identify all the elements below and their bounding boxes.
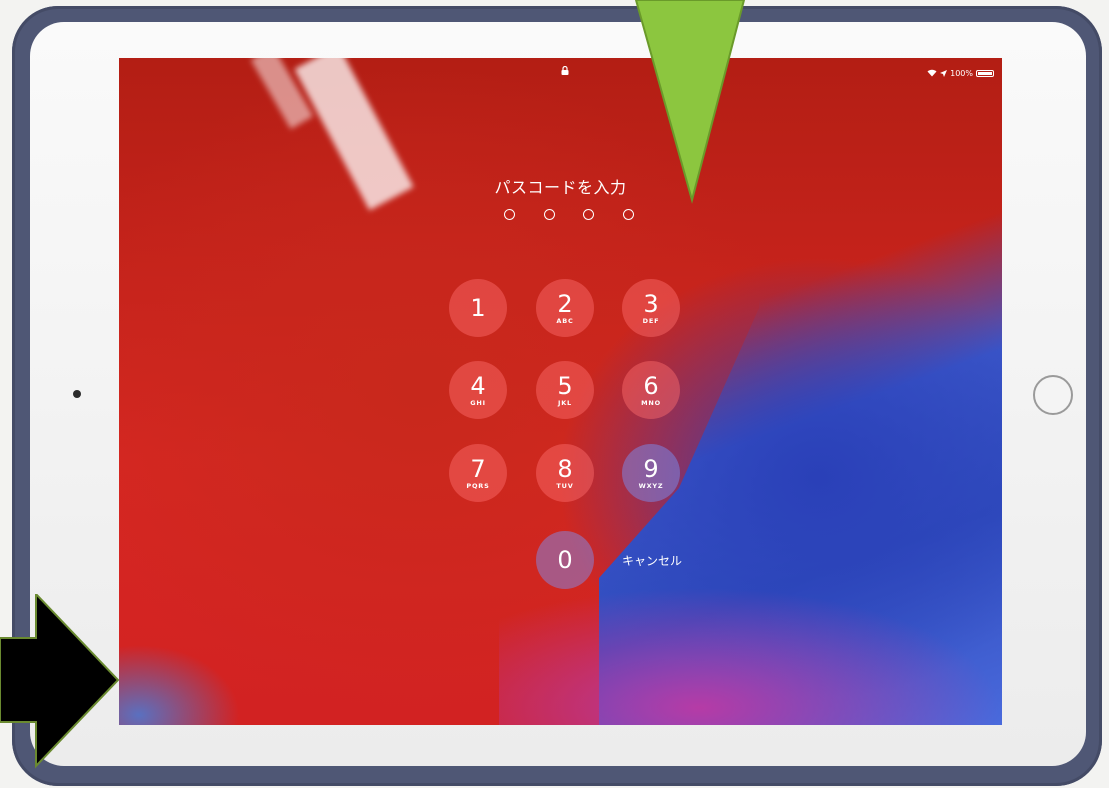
passcode-dot — [504, 209, 515, 220]
key-9[interactable]: 9 WXYZ — [622, 444, 680, 502]
key-letters: TUV — [556, 481, 574, 490]
key-number: 4 — [470, 371, 486, 400]
key-letters: DEF — [642, 316, 660, 325]
key-3[interactable]: 3 DEF — [622, 279, 680, 337]
key-5[interactable]: 5 JKL — [536, 361, 594, 419]
key-number: 6 — [643, 371, 659, 400]
cancel-button[interactable]: キャンセル — [622, 552, 682, 569]
wifi-icon — [927, 69, 937, 77]
key-6[interactable]: 6 MNO — [622, 361, 680, 419]
key-7[interactable]: 7 PQRS — [449, 444, 507, 502]
passcode-dot — [583, 209, 595, 220]
location-arrow-icon — [940, 69, 948, 77]
key-number: 8 — [557, 454, 573, 483]
key-4[interactable]: 4 GHI — [449, 361, 507, 419]
passcode-dots — [504, 209, 634, 223]
home-button[interactable] — [1033, 375, 1073, 415]
lock-screen: 100% パスコードを入力 1 2 ABC 3 DEF 4 GHI 5 JKL … — [119, 58, 1002, 725]
lock-icon — [561, 66, 569, 75]
wallpaper-corner — [119, 635, 239, 725]
wallpaper-purple — [499, 578, 1002, 725]
key-number: 9 — [643, 454, 659, 483]
key-0[interactable]: 0 — [536, 531, 594, 589]
key-letters: ABC — [556, 316, 574, 325]
key-8[interactable]: 8 TUV — [536, 444, 594, 502]
status-bar-right: 100% — [927, 67, 994, 79]
key-number: 1 — [470, 294, 486, 322]
battery-icon — [976, 69, 994, 77]
key-number: 2 — [557, 289, 573, 318]
passcode-dot — [543, 209, 555, 220]
key-letters: GHI — [470, 398, 486, 407]
front-camera — [73, 390, 81, 398]
key-letters: JKL — [558, 398, 572, 407]
passcode-title: パスコードを入力 — [494, 178, 627, 197]
battery-percent: 100% — [950, 68, 973, 78]
key-1[interactable]: 1 — [449, 279, 507, 337]
key-letters: MNO — [641, 398, 661, 407]
key-number: 7 — [470, 454, 486, 483]
key-letters: WXYZ — [638, 481, 664, 490]
green-arrow-annotation — [634, 0, 746, 204]
key-number: 5 — [557, 371, 573, 400]
key-2[interactable]: 2 ABC — [536, 279, 594, 337]
key-letters: PQRS — [466, 481, 490, 490]
key-number: 0 — [557, 546, 573, 574]
key-number: 3 — [643, 289, 659, 318]
passcode-dot — [622, 209, 634, 220]
black-arrow-annotation — [0, 594, 120, 769]
